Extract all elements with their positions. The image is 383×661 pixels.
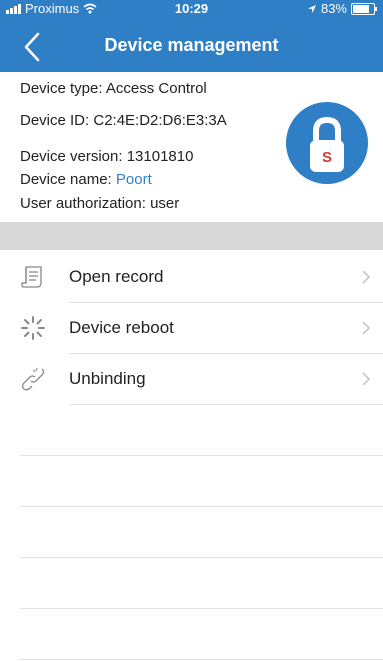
menu-item-label: Open record [69,267,164,286]
device-id-label: Device ID: [20,112,90,129]
section-divider-band [0,222,383,250]
page-title: Device management [104,35,279,55]
device-version-label: Device version: [20,148,123,165]
chevron-right-icon [362,321,371,335]
menu-item-open-record[interactable]: Open record [0,252,383,302]
badge-letter: S [322,149,332,166]
empty-row-separator [20,659,383,660]
user-authorization-label: User authorization: [20,195,146,212]
menu-item-device-reboot[interactable]: Device reboot [0,303,383,353]
device-name-label: Device name: [20,171,112,188]
padlock-icon: S [310,116,344,172]
device-type-label: Device type: [20,80,103,97]
unlink-icon [21,367,45,391]
user-authorization-row: User authorization: user [20,195,179,212]
device-type-row: Device type: Access Control [20,80,207,97]
battery-percent: 83% [320,1,347,16]
device-id-value: C2:4E:D2:D6:E3:3A [93,112,227,129]
document-icon [21,266,42,288]
empty-row-separator [20,608,383,609]
device-version-row: Device version: 13101810 [20,148,193,165]
chevron-right-icon [362,372,371,386]
device-name-row: Device name: Poort [20,171,152,188]
battery-icon [351,2,377,15]
spinner-icon [21,316,45,340]
nav-bar: Device management [0,22,383,72]
device-version-value: 13101810 [126,148,194,165]
device-name-link[interactable]: Poort [116,171,152,188]
empty-row-separator [20,506,383,507]
menu-item-label: Device reboot [69,318,174,337]
menu-item-label: Unbinding [69,369,146,388]
device-type-value: Access Control [105,80,207,97]
lock-badge: S [286,102,368,184]
empty-row-separator [20,455,383,456]
device-id-row: Device ID: C2:4E:D2:D6:E3:3A [20,112,227,129]
location-arrow-icon [307,4,316,13]
empty-row-separator [20,557,383,558]
status-bar: Proximus 10:29 83% [0,0,383,18]
separator [69,404,383,405]
user-authorization-value: user [150,195,180,212]
menu-item-unbinding[interactable]: Unbinding [0,354,383,404]
chevron-right-icon [362,270,371,284]
